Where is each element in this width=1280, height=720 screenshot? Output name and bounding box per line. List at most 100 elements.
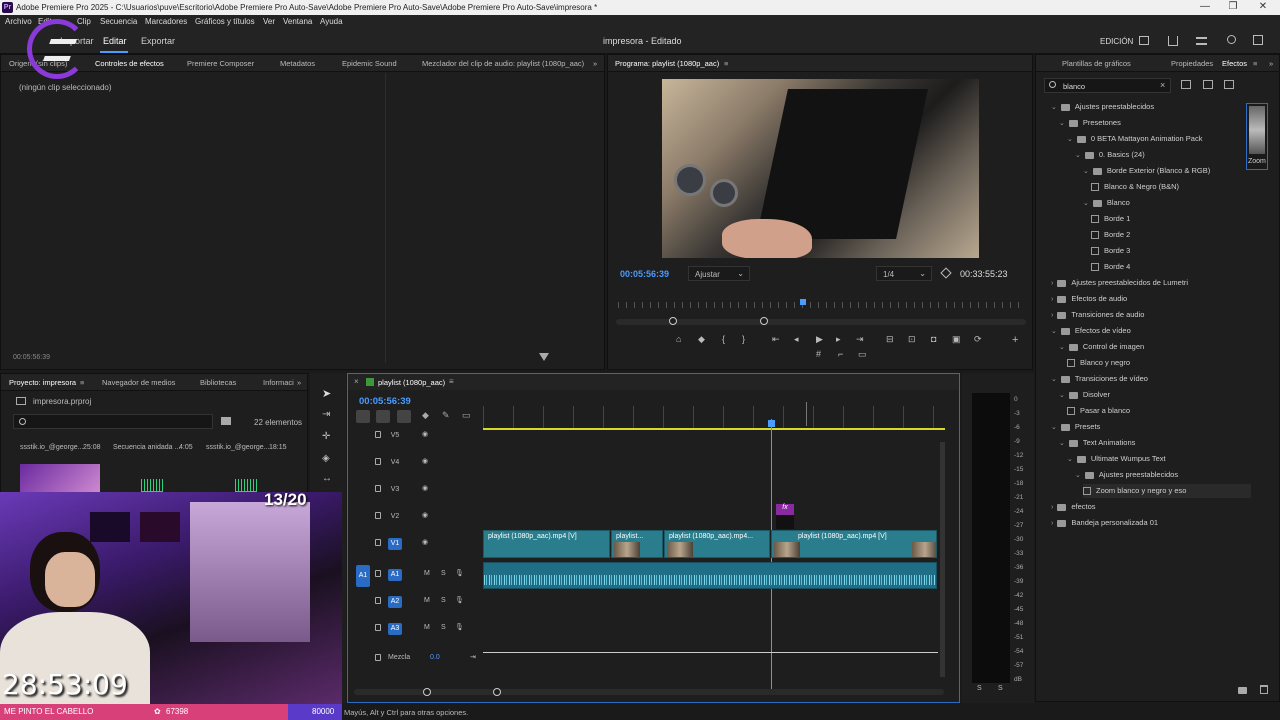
lift-icon[interactable]: ⌂ — [676, 334, 681, 344]
lock-icon[interactable] — [375, 654, 381, 661]
eye-icon[interactable]: ◉ — [422, 538, 428, 546]
chevron-down-icon[interactable]: ⌄ — [1059, 344, 1065, 351]
project-thumbnail[interactable] — [20, 464, 100, 494]
effects-search-box[interactable]: × — [1044, 78, 1171, 93]
chevron-down-icon[interactable]: ⌄ — [1051, 328, 1057, 335]
tab-edit[interactable]: Editar — [103, 36, 127, 46]
effects-tree-item[interactable]: ⌄ Disolver — [1059, 388, 1110, 402]
tab-effect-controls[interactable]: Controles de efectos — [95, 59, 164, 68]
effects-tree-item[interactable]: Pasar a blanco — [1067, 404, 1130, 418]
chevron-down-icon[interactable]: ⌄ — [1067, 136, 1073, 143]
chevron-down-icon[interactable]: ⌄ — [1083, 168, 1089, 175]
overwrite-icon[interactable]: ⊡ — [908, 334, 916, 345]
preset-preview[interactable]: Zoom — [1246, 103, 1268, 170]
add-marker-icon[interactable]: ◆ — [698, 334, 705, 345]
tab-audio-clip-mixer[interactable]: Mezclador del clip de audio: playlist (1… — [422, 59, 584, 68]
tab-info[interactable]: Informaci — [263, 378, 294, 387]
tab-graphics-templates[interactable]: Plantillas de gráficos — [1062, 59, 1131, 68]
slip-tool-icon[interactable]: ↔ — [322, 473, 332, 484]
project-item-name[interactable]: Secuencia anidada ... — [113, 444, 180, 451]
menu-graficos[interactable]: Gráficos y títulos — [195, 17, 255, 26]
track-header-v3[interactable]: V3 ◉ — [355, 479, 480, 501]
lock-icon[interactable] — [375, 431, 381, 438]
video-clip[interactable]: playlist (1080p_aac).mp4 [V] — [771, 530, 937, 558]
safe-frame-icon[interactable]: ⌐ — [838, 349, 843, 359]
chevron-down-icon[interactable]: ⌄ — [1051, 424, 1057, 431]
mark-out-icon[interactable]: } — [742, 334, 745, 344]
effects-tree-item[interactable]: Borde 2 — [1091, 228, 1130, 242]
search-icon[interactable] — [1227, 35, 1236, 44]
chevron-down-icon[interactable]: ⌄ — [1067, 456, 1073, 463]
add-button-icon[interactable]: + — [1012, 334, 1018, 346]
share-icon[interactable] — [1168, 36, 1178, 46]
track-header-v2[interactable]: V2 ◉ — [355, 506, 480, 528]
track-select-tool-icon[interactable]: ⇥ — [322, 409, 330, 420]
lock-icon[interactable] — [375, 624, 381, 631]
effects-tree-item[interactable]: ⌄ Efectos de vídeo — [1051, 324, 1131, 338]
multicam-icon[interactable]: ▭ — [858, 349, 867, 360]
camera-icon[interactable]: ◘ — [931, 334, 936, 344]
tab-export[interactable]: Exportar — [141, 36, 175, 46]
tab-media-browser[interactable]: Navegador de medios — [102, 378, 175, 387]
linked-selection-icon[interactable] — [397, 410, 411, 423]
solo-button[interactable]: S — [441, 597, 446, 604]
timeline-ruler[interactable] — [483, 406, 945, 428]
mute-button[interactable]: M — [424, 624, 430, 631]
zoom-handle-left[interactable] — [669, 317, 677, 325]
chevron-down-icon[interactable]: ⌄ — [1059, 120, 1065, 127]
effects-tree-item[interactable]: › Bandeja personalizada 01 — [1051, 516, 1158, 530]
vertical-scrollbar[interactable] — [940, 442, 945, 677]
video-clip[interactable]: playlist (1080p_aac).mp4 [V] — [483, 530, 610, 558]
work-area-bar[interactable] — [483, 428, 945, 430]
mic-icon[interactable]: 🎙 — [455, 596, 464, 604]
tab-epidemic-sound[interactable]: Epidemic Sound — [342, 59, 397, 68]
track-header-v5[interactable]: V5 ◉ — [355, 425, 480, 447]
effects-tree-item[interactable]: ⌄ 0 BETA Mattayon Animation Pack — [1067, 132, 1202, 146]
eye-icon[interactable]: ◉ — [422, 484, 428, 492]
effects-tree-item[interactable]: ⌄ Borde Exterior (Blanco & RGB) — [1083, 164, 1210, 178]
captions-icon[interactable]: ▭ — [462, 410, 471, 421]
mix-end-icon[interactable]: ⇥ — [470, 653, 476, 661]
panel-menu-icon[interactable]: ≡ — [724, 59, 728, 68]
comparison-icon[interactable]: ▣ — [952, 334, 961, 345]
track-header-a3[interactable]: A3 M S 🎙 — [355, 618, 480, 640]
eye-icon[interactable]: ◉ — [422, 430, 428, 438]
mute-button[interactable]: M — [424, 597, 430, 604]
hamburger-icon[interactable] — [1196, 37, 1207, 45]
audio-thumbnail-icon[interactable] — [141, 479, 163, 493]
lock-icon[interactable] — [375, 458, 381, 465]
new-bin-icon[interactable] — [221, 417, 231, 425]
razor-tool-icon[interactable]: ◈ — [322, 453, 330, 464]
panel-menu-icon[interactable]: ≡ — [1253, 59, 1257, 68]
menu-marcadores[interactable]: Marcadores — [145, 17, 187, 26]
nest-toggle-icon[interactable] — [356, 410, 370, 423]
menu-ventana[interactable]: Ventana — [283, 17, 312, 26]
snap-icon[interactable] — [376, 410, 390, 423]
effects-tree-item[interactable]: ⌄ 0. Basics (24) — [1075, 148, 1145, 162]
effects-tree-item[interactable]: Blanco & Negro (B&N) — [1091, 180, 1179, 194]
lock-icon[interactable] — [375, 597, 381, 604]
effects-tree-item[interactable]: ⌄ Text Animations — [1059, 436, 1135, 450]
workspace-label[interactable]: EDICIÓN — [1100, 37, 1133, 46]
tab-effects[interactable]: Efectos — [1222, 59, 1247, 68]
chevron-right-icon[interactable]: › — [1051, 312, 1053, 319]
meter-solo-right[interactable]: S — [998, 685, 1003, 692]
lock-icon[interactable] — [375, 512, 381, 519]
program-current-timecode[interactable]: 00:05:56:39 — [620, 269, 669, 279]
sequence-tab[interactable]: playlist (1080p_aac) — [378, 378, 445, 387]
lock-icon[interactable] — [375, 485, 381, 492]
program-zoom-bar[interactable] — [616, 319, 1026, 325]
timeline-timecode[interactable]: 00:05:56:39 — [359, 396, 411, 407]
play-icon[interactable]: ▶ — [816, 334, 823, 345]
program-time-ruler[interactable] — [618, 302, 1026, 308]
track-header-v4[interactable]: V4 ◉ — [355, 452, 480, 474]
effects-tree-item[interactable]: ⌄ Ajustes preestablecidos — [1051, 100, 1154, 114]
resolution-dropdown[interactable]: 1/4 ⌄ — [876, 266, 932, 281]
lock-icon[interactable] — [375, 570, 381, 577]
wrench-icon[interactable] — [940, 267, 952, 279]
panel-menu-icon[interactable]: ≡ — [80, 378, 84, 387]
maximize-button[interactable]: ❐ — [1218, 1, 1248, 12]
solo-button[interactable]: S — [441, 624, 446, 631]
32bit-effects-icon[interactable] — [1203, 80, 1213, 89]
effects-tree-item[interactable]: ⌄ Presetones — [1059, 116, 1121, 130]
